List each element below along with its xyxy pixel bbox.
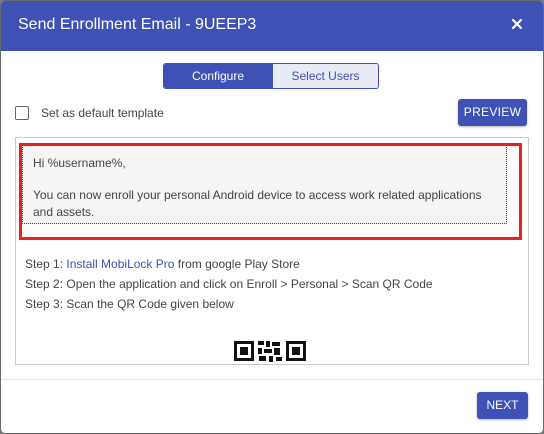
enrollment-steps: Step 1: Install MobiLock Pro from google…: [25, 254, 433, 314]
tab-select-users[interactable]: Select Users: [272, 64, 378, 88]
mobilock-pro-link[interactable]: Install MobiLock Pro: [66, 257, 174, 271]
highlight-annotation: [19, 143, 522, 240]
next-button[interactable]: NEXT: [477, 392, 528, 419]
dialog-title: Send Enrollment Email - 9UEEP3: [18, 16, 257, 33]
close-icon[interactable]: [507, 14, 527, 34]
step-3: Step 3: Scan the QR Code given below: [25, 297, 234, 311]
preview-button[interactable]: PREVIEW: [458, 99, 527, 126]
tab-group: Configure Email Select Users: [163, 63, 379, 89]
qr-code-image: [232, 339, 310, 364]
step-1-suffix: from google Play Store: [174, 257, 300, 271]
step-2: Step 2: Open the application and click o…: [25, 277, 433, 291]
default-template-checkbox[interactable]: [15, 106, 29, 120]
footer-divider: [1, 379, 543, 380]
send-enrollment-email-dialog: Send Enrollment Email - 9UEEP3 Configure…: [1, 1, 543, 433]
step-1-prefix: Step 1:: [25, 257, 67, 271]
dialog-header: Send Enrollment Email - 9UEEP3: [1, 1, 543, 51]
email-editor[interactable]: Hi %username%, You can now enroll your p…: [15, 137, 529, 365]
default-template-row: Set as default template: [15, 105, 164, 121]
tab-configure-email[interactable]: Configure Email: [164, 64, 272, 88]
step-1: Step 1: Install MobiLock Pro from google…: [25, 254, 433, 274]
default-template-label: Set as default template: [41, 106, 164, 120]
